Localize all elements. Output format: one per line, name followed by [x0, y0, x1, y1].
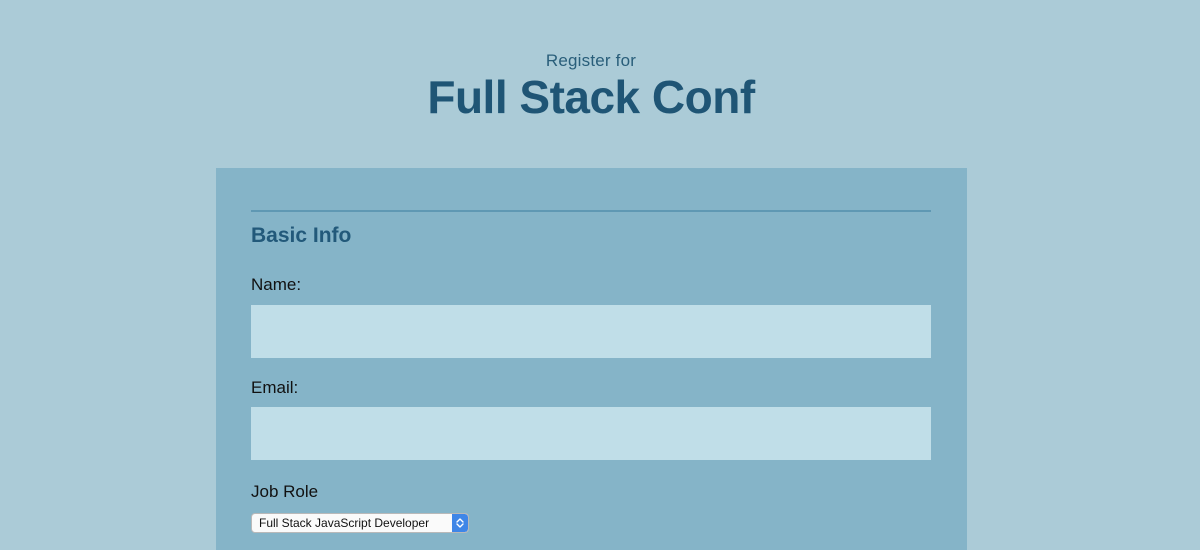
job-role-selected-value: Full Stack JavaScript Developer — [259, 516, 430, 530]
registration-form: Basic Info Name: Email: Job Role Full St… — [216, 168, 967, 550]
email-field[interactable] — [251, 407, 931, 460]
section-title-basic-info: Basic Info — [251, 224, 352, 247]
job-role-label: Job Role — [251, 482, 319, 501]
page-title: Full Stack Conf — [427, 71, 755, 123]
chevron-up-down-icon — [452, 514, 468, 532]
name-field[interactable] — [251, 305, 931, 358]
name-label: Name: — [251, 275, 302, 294]
page-subtitle: Register for — [545, 51, 637, 70]
email-label: Email: — [251, 378, 299, 397]
section-divider — [251, 210, 931, 212]
job-role-select[interactable]: Full Stack JavaScript Developer — [251, 513, 469, 533]
